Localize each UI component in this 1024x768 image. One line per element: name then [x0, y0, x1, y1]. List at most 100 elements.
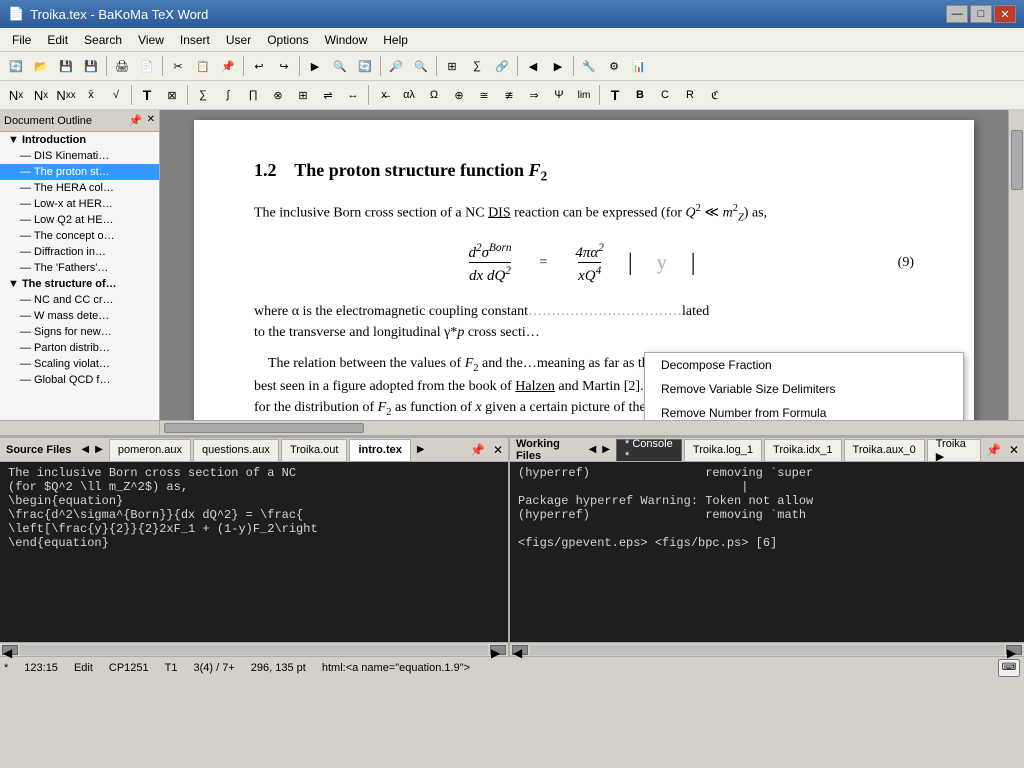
- tb-math-x[interactable]: ⊗: [266, 83, 290, 107]
- working-hscroll-right[interactable]: ▶: [1006, 645, 1022, 655]
- menu-file[interactable]: File: [4, 31, 39, 49]
- outline-item-0[interactable]: ▼ Introduction: [0, 132, 159, 148]
- tb-math-n3[interactable]: Nxx: [54, 83, 78, 107]
- outline-tree[interactable]: ▼ Introduction — DIS Kinemati… — The pro…: [0, 132, 159, 420]
- outline-item-14[interactable]: — Scaling violat…: [0, 356, 159, 372]
- source-tab-troika-out[interactable]: Troika.out: [281, 439, 348, 461]
- tb-math[interactable]: ∑: [465, 54, 489, 78]
- working-close[interactable]: ✕: [1006, 443, 1022, 457]
- outline-item-2[interactable]: — The proton st…: [0, 164, 159, 180]
- tb-extra1[interactable]: 🔧: [577, 54, 601, 78]
- menu-search[interactable]: Search: [76, 31, 130, 49]
- tb-zoom-out[interactable]: 🔍: [409, 54, 433, 78]
- tb-print2[interactable]: 📄: [135, 54, 159, 78]
- doc-scrollbar[interactable]: [1008, 110, 1024, 420]
- status-keyboard-btn[interactable]: ⌨: [998, 659, 1020, 677]
- hscroll-track[interactable]: [160, 421, 1024, 435]
- outline-item-4[interactable]: — Low-x at HER…: [0, 196, 159, 212]
- working-tab-console[interactable]: * Console *: [616, 439, 682, 461]
- outline-item-11[interactable]: — W mass dete…: [0, 308, 159, 324]
- tb-math-arr[interactable]: ⇌: [316, 83, 340, 107]
- tb-math-T[interactable]: T: [135, 83, 159, 107]
- tb-math-oplus[interactable]: ⊕: [447, 83, 471, 107]
- tb-new[interactable]: 🔄: [4, 54, 28, 78]
- outline-controls[interactable]: 📌 ✕: [129, 114, 155, 127]
- ctx-remove-number[interactable]: Remove Number from Formula: [645, 401, 963, 420]
- tb-math-eq1[interactable]: ≅: [472, 83, 496, 107]
- source-nav[interactable]: ◀ ▶: [79, 444, 104, 455]
- tb-back[interactable]: ◀: [521, 54, 545, 78]
- source-tab-questions[interactable]: questions.aux: [193, 439, 279, 461]
- outline-close[interactable]: ✕: [147, 114, 155, 127]
- tb-math-matrix[interactable]: ⊞: [291, 83, 315, 107]
- outline-item-8[interactable]: — The 'Fathers'…: [0, 260, 159, 276]
- maximize-button[interactable]: □: [970, 5, 992, 23]
- outline-item-9[interactable]: ▼ The structure of…: [0, 276, 159, 292]
- tb-math-psi[interactable]: Ψ: [547, 83, 571, 107]
- source-float[interactable]: 📌: [467, 443, 488, 457]
- minimize-button[interactable]: —: [946, 5, 968, 23]
- source-nav2[interactable]: ▶: [415, 444, 427, 455]
- source-nav-left[interactable]: ◀: [79, 444, 91, 455]
- working-panel-controls[interactable]: 📌 ✕: [983, 443, 1022, 457]
- tb-math-bold[interactable]: B: [628, 83, 652, 107]
- working-tab-log[interactable]: Troika.log_1: [684, 439, 762, 461]
- outline-item-5[interactable]: — Low Q2 at HE…: [0, 212, 159, 228]
- source-more[interactable]: ▶: [415, 444, 427, 455]
- ctx-remove-delimiters[interactable]: Remove Variable Size Delimiters: [645, 377, 963, 401]
- tb-math-arr2[interactable]: ↔: [341, 83, 365, 107]
- source-tab-intro[interactable]: intro.tex: [349, 439, 410, 461]
- tb-paste[interactable]: 📌: [216, 54, 240, 78]
- tb-replace[interactable]: 🔄: [353, 54, 377, 78]
- working-hscroll[interactable]: ◀ ▶: [510, 642, 1024, 656]
- tb-cut[interactable]: ✂: [166, 54, 190, 78]
- hscroll-thumb[interactable]: [164, 423, 364, 433]
- tb-math-cancel[interactable]: x̶: [372, 83, 396, 107]
- tb-math-x2[interactable]: ⊠: [160, 83, 184, 107]
- menu-help[interactable]: Help: [375, 31, 416, 49]
- scroll-thumb[interactable]: [1011, 130, 1023, 190]
- tb-math-eq2[interactable]: ≇: [497, 83, 521, 107]
- working-tab-aux[interactable]: Troika.aux_0: [844, 439, 925, 461]
- source-tab-pomeron[interactable]: pomeron.aux: [109, 439, 191, 461]
- tb-zoom-in[interactable]: 🔎: [384, 54, 408, 78]
- tb-compile[interactable]: ▶: [303, 54, 327, 78]
- tb-math-R[interactable]: R: [678, 83, 702, 107]
- working-nav-right[interactable]: ▶: [600, 444, 612, 455]
- menu-edit[interactable]: Edit: [39, 31, 76, 49]
- document-area[interactable]: 1.2 The proton structure function F2 The…: [160, 110, 1008, 420]
- tb-math-sum[interactable]: ∑: [191, 83, 215, 107]
- menu-insert[interactable]: Insert: [172, 31, 218, 49]
- outline-item-6[interactable]: — The concept o…: [0, 228, 159, 244]
- tb-extra2[interactable]: ⚙: [602, 54, 626, 78]
- source-close[interactable]: ✕: [490, 443, 506, 457]
- tb-open[interactable]: 📂: [29, 54, 53, 78]
- outline-item-3[interactable]: — The HERA col…: [0, 180, 159, 196]
- tb-math-alpha[interactable]: αλ: [397, 83, 421, 107]
- source-content[interactable]: The inclusive Born cross section of a NC…: [0, 462, 508, 642]
- working-content[interactable]: (hyperref) removing `super | Package hyp…: [510, 462, 1024, 642]
- tb-math-T2[interactable]: T: [603, 83, 627, 107]
- tb-math-prod[interactable]: ∏: [241, 83, 265, 107]
- menu-view[interactable]: View: [130, 31, 172, 49]
- tb-save2[interactable]: 💾: [79, 54, 103, 78]
- outline-item-15[interactable]: — Global QCD f…: [0, 372, 159, 388]
- outline-pin[interactable]: 📌: [129, 114, 143, 127]
- outline-item-13[interactable]: — Parton distrib…: [0, 340, 159, 356]
- working-nav[interactable]: ◀ ▶: [587, 444, 612, 455]
- menu-user[interactable]: User: [218, 31, 259, 49]
- close-button[interactable]: ✕: [994, 5, 1016, 23]
- source-hscroll-track[interactable]: [20, 645, 488, 655]
- tb-find[interactable]: 🔍: [328, 54, 352, 78]
- tb-math-n2[interactable]: Nx: [29, 83, 53, 107]
- working-hscroll-track[interactable]: [530, 645, 1004, 655]
- tb-math-rarr[interactable]: ⇒: [522, 83, 546, 107]
- tb-link[interactable]: 🔗: [490, 54, 514, 78]
- source-hscroll[interactable]: ◀ ▶: [0, 642, 508, 656]
- tb-save[interactable]: 💾: [54, 54, 78, 78]
- outline-item-7[interactable]: — Diffraction in…: [0, 244, 159, 260]
- tb-copy[interactable]: 📋: [191, 54, 215, 78]
- source-panel-controls[interactable]: 📌 ✕: [467, 443, 506, 457]
- tb-math-frak[interactable]: ℭ: [703, 83, 727, 107]
- tb-math-cal[interactable]: C: [653, 83, 677, 107]
